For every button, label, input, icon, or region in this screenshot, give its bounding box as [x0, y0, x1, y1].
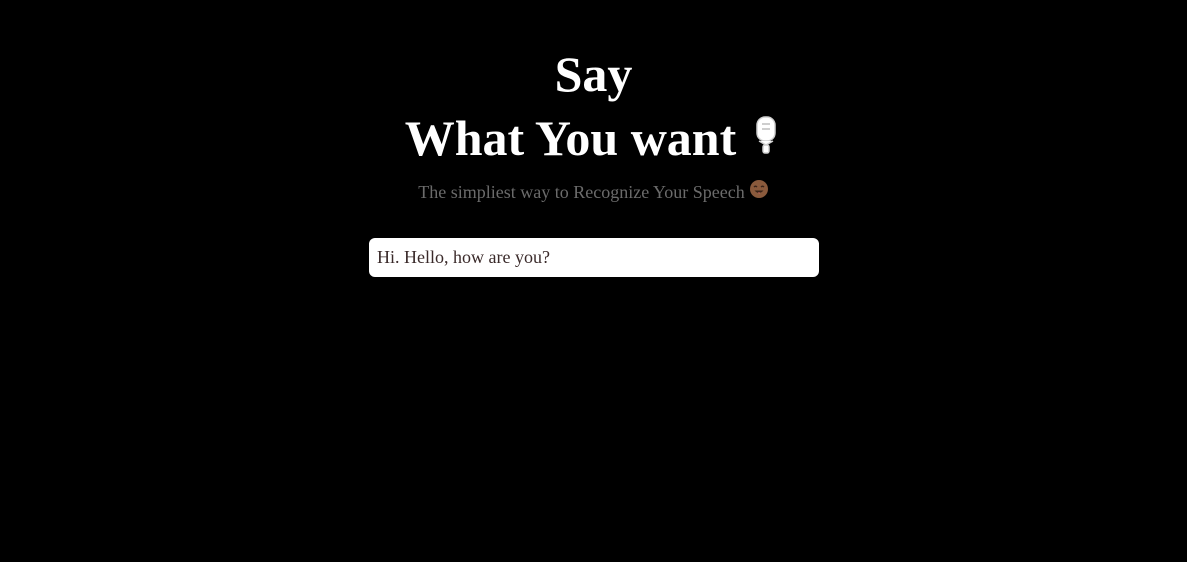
page-title-line-1: Say: [0, 44, 1187, 104]
smiling-face-emoji-icon: [749, 179, 769, 205]
title-line-1-text: Say: [554, 46, 633, 102]
subtitle-text: The simpliest way to Recognize Your Spee…: [418, 182, 745, 202]
title-line-2-text: What You want: [404, 110, 737, 166]
transcript-input[interactable]: [369, 238, 819, 277]
subtitle: The simpliest way to Recognize Your Spee…: [0, 179, 1187, 205]
microphone-icon: [750, 108, 782, 168]
page-title-line-2: What You want: [0, 108, 1187, 168]
